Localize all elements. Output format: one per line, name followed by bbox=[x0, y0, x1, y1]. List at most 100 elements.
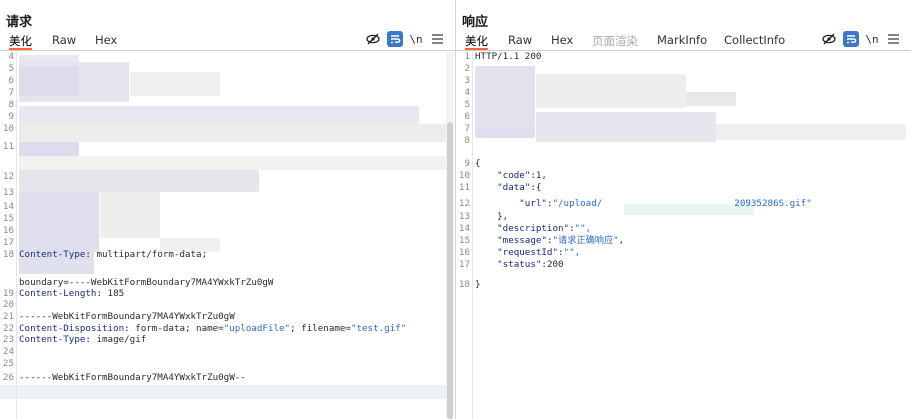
json-punct: :1, bbox=[530, 170, 547, 181]
line-number: 22 bbox=[2, 323, 14, 334]
response-tab-pretty[interactable]: 美化 bbox=[465, 33, 488, 50]
header-value: ; filename= bbox=[290, 323, 351, 334]
request-editor[interactable]: 4 5 6 7 8 9 10 11 12 13 14 15 16 17 18 Content-Type: mu… bbox=[0, 52, 455, 419]
line-number: 1 bbox=[464, 52, 470, 62]
line-number: 18 bbox=[458, 279, 470, 290]
line-number: 6 bbox=[464, 111, 470, 122]
line-code: "data":{ bbox=[475, 183, 541, 193]
hide-eye-icon[interactable] bbox=[365, 31, 381, 47]
request-scroll-thumb[interactable] bbox=[447, 122, 453, 419]
line-code: }, bbox=[475, 212, 508, 222]
line-code: "message":"请求正确响应", bbox=[475, 236, 624, 246]
line-number: 16 bbox=[458, 247, 470, 258]
response-panel: 响应 美化 Raw Hex 页面渲染 MarkInfo CollectInfo … bbox=[456, 0, 911, 419]
line-number: 12 bbox=[458, 198, 470, 209]
redacted-block bbox=[536, 74, 686, 108]
response-gutter-divider bbox=[472, 52, 473, 419]
line-number: 14 bbox=[2, 201, 14, 212]
json-punct: :200 bbox=[541, 259, 564, 270]
header-value: form-data; name= bbox=[129, 323, 224, 334]
menu-icon[interactable] bbox=[885, 31, 901, 47]
redacted-block bbox=[100, 192, 160, 238]
line-number: 19 bbox=[2, 288, 14, 299]
line-number: 13 bbox=[458, 211, 470, 222]
line-number: 17 bbox=[2, 237, 14, 248]
line-number: 11 bbox=[2, 141, 14, 152]
line-number: 15 bbox=[2, 213, 14, 224]
header-key: Content-Type bbox=[19, 334, 86, 345]
response-title: 响应 bbox=[462, 15, 489, 30]
json-string: "", bbox=[574, 223, 592, 234]
redacted-block bbox=[19, 170, 259, 192]
line-number: 21 bbox=[2, 311, 14, 322]
response-tab-collectinfo[interactable]: CollectInfo bbox=[724, 33, 785, 47]
json-key: "code" bbox=[497, 170, 531, 181]
line-number: 7 bbox=[8, 87, 14, 98]
line-code: "requestId":"", bbox=[475, 248, 580, 258]
header-value: ------WebKitFormBoundary7MA4YWxkTrZu0gW-… bbox=[19, 372, 246, 383]
line-number: 13 bbox=[2, 187, 14, 198]
line-number: 10 bbox=[458, 170, 470, 181]
line-code: "code":1, bbox=[475, 171, 547, 181]
redacted-block bbox=[475, 66, 535, 128]
line-number: 5 bbox=[8, 63, 14, 74]
wrap-lines-icon[interactable] bbox=[387, 31, 403, 47]
hide-eye-icon[interactable] bbox=[821, 31, 837, 47]
response-tab-render[interactable]: 页面渲染 bbox=[592, 33, 638, 49]
redacted-block bbox=[686, 92, 736, 106]
line-number: 20 bbox=[2, 299, 14, 310]
json-key: "requestId" bbox=[497, 247, 558, 258]
header-value: ------WebKitFormBoundary7MA4YWxkTrZu0gW bbox=[19, 311, 235, 322]
line-code: ------WebKitFormBoundary7MA4YWxkTrZu0gW-… bbox=[19, 373, 246, 383]
current-line-highlight bbox=[0, 385, 447, 399]
line-number: 15 bbox=[458, 235, 470, 246]
line-code: Content-Type: image/gif bbox=[19, 334, 147, 345]
string-value: "uploadFile" bbox=[223, 323, 291, 334]
menu-icon[interactable] bbox=[429, 31, 445, 47]
line-number: 6 bbox=[8, 75, 14, 86]
header-key: Content-Length bbox=[19, 288, 97, 299]
line-code: Content-Disposition: form-data; name="up… bbox=[19, 323, 407, 334]
line-code: HTTP/1.1 200 bbox=[475, 52, 541, 62]
json-punct: } bbox=[475, 279, 481, 290]
header-value: image/gif bbox=[90, 334, 147, 345]
request-tab-hex[interactable]: Hex bbox=[95, 33, 117, 47]
line-code: } bbox=[475, 280, 481, 290]
json-punct: HTTP/1.1 200 bbox=[475, 52, 542, 62]
line-number: 8 bbox=[8, 99, 14, 110]
request-tab-raw[interactable]: Raw bbox=[52, 33, 76, 47]
newline-toggle[interactable]: \n bbox=[864, 31, 880, 47]
redacted-block bbox=[19, 156, 449, 170]
line-code: { bbox=[475, 159, 481, 169]
response-tab-raw[interactable]: Raw bbox=[508, 33, 532, 47]
line-number: 5 bbox=[464, 99, 470, 110]
wrap-lines-icon[interactable] bbox=[843, 31, 859, 47]
line-number: 8 bbox=[464, 135, 470, 146]
json-punct: { bbox=[475, 158, 481, 169]
json-key: "status" bbox=[497, 259, 542, 270]
newline-toggle[interactable]: \n bbox=[408, 31, 424, 47]
line-number: 12 bbox=[2, 171, 14, 182]
request-scrollbar[interactable] bbox=[446, 52, 454, 419]
line-number: 17 bbox=[458, 259, 470, 270]
line-number: 7 bbox=[464, 123, 470, 134]
redacted-block bbox=[19, 142, 79, 156]
response-tab-hex[interactable]: Hex bbox=[551, 33, 573, 47]
line-number: 26 bbox=[2, 372, 14, 383]
line-number: 4 bbox=[8, 52, 14, 62]
request-tab-pretty[interactable]: 美化 bbox=[9, 33, 32, 50]
line-number: 9 bbox=[8, 111, 14, 122]
json-key: "data" bbox=[497, 182, 531, 193]
response-editor[interactable]: 1 HTTP/1.1 200 2 3 4 5 6 7 8 9 {10 "code":1, 11 "da… bbox=[456, 52, 911, 419]
response-tab-markinfo[interactable]: MarkInfo bbox=[657, 33, 707, 47]
line-number: 11 bbox=[458, 182, 470, 193]
header-value: multipart/form-data; bbox=[90, 249, 208, 260]
header-value: 185 bbox=[102, 288, 125, 299]
header-key: Content-Type bbox=[19, 249, 86, 260]
redacted-block bbox=[19, 124, 449, 142]
line-number: 4 bbox=[464, 87, 470, 98]
line-code: "description":"", bbox=[475, 224, 591, 234]
line-number: 23 bbox=[2, 334, 14, 345]
json-string: "", bbox=[563, 247, 581, 258]
line-code: boundary=----WebKitFormBoundary7MA4YWxkT… bbox=[19, 278, 273, 288]
